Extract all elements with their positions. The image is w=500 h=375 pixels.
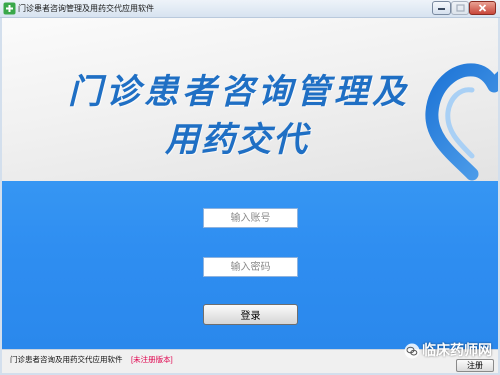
password-input[interactable] bbox=[203, 257, 298, 277]
wechat-icon bbox=[404, 343, 420, 359]
login-panel: 登录 bbox=[2, 181, 498, 349]
username-input[interactable] bbox=[203, 208, 298, 228]
register-button[interactable]: 注册 bbox=[456, 359, 494, 372]
maximize-icon bbox=[455, 4, 465, 12]
watermark-text: 临床药师网 bbox=[422, 342, 492, 358]
banner-title-line-1: 门诊患者咨询管理及 bbox=[68, 72, 410, 112]
banner-title-line-2: 用药交代 bbox=[165, 120, 309, 160]
header-banner: 门诊患者咨询管理及 用药交代 bbox=[2, 18, 498, 181]
status-app-name: 门诊患者咨询及用药交代应用软件 bbox=[10, 355, 123, 364]
login-button[interactable]: 登录 bbox=[203, 304, 298, 325]
close-button[interactable] bbox=[469, 1, 496, 15]
title-bar[interactable]: 门诊患者咨询管理及用药交代应用软件 bbox=[0, 0, 500, 18]
minimize-button[interactable] bbox=[432, 1, 451, 15]
maximize-button bbox=[451, 1, 469, 15]
unregistered-version-note: [未注册版本] bbox=[131, 355, 173, 364]
window-title: 门诊患者咨询管理及用药交代应用软件 bbox=[18, 4, 154, 13]
close-icon bbox=[478, 4, 487, 12]
minimize-icon bbox=[438, 8, 445, 10]
app-icon bbox=[3, 2, 16, 15]
heart-ribbon-logo-icon bbox=[425, 63, 498, 181]
